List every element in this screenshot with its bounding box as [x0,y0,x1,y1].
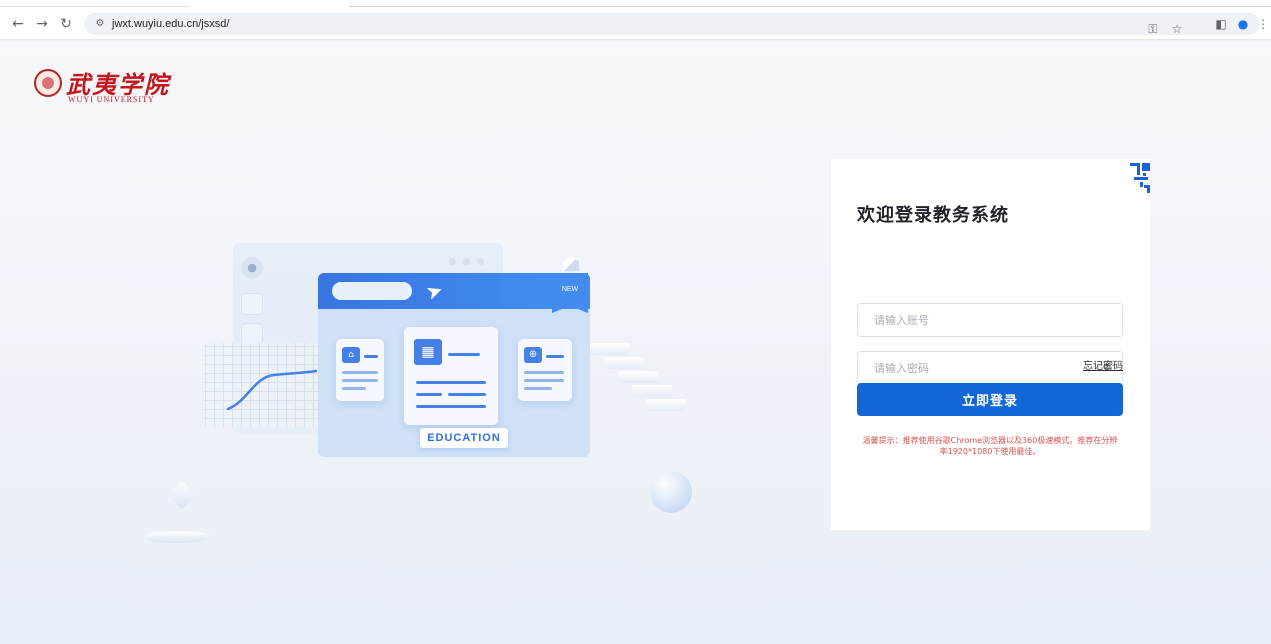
text-line [364,355,378,358]
seal-icon [34,69,62,97]
login-title: 欢迎登录教务系统 [857,205,1009,226]
text-line [546,355,564,358]
menu-icon[interactable]: ⋮ [1252,13,1271,35]
star-icon[interactable]: ☆ [1166,18,1188,40]
text-line [342,387,366,390]
grid-icon: ▦ [414,339,442,365]
text-line [342,379,378,382]
text-line [448,393,486,396]
text-line [524,371,564,374]
url-text[interactable]: jwxt.wuyiu.edu.cn/jsxsd/ [112,16,229,32]
forgot-password-link[interactable]: 忘记密码 [1083,357,1123,372]
text-line [342,371,378,374]
sidebar-block [241,293,263,315]
stair-step [618,371,658,383]
stair-step [590,343,630,355]
key-icon[interactable]: ⚿ [1142,18,1164,40]
login-panel: 欢迎登录教务系统 ⊘ 忘记密码 立即登录 温馨提示：推荐使用谷歌Chrome浏览… [831,159,1150,530]
diamond-decoration [167,480,197,510]
education-illustration: ● ➤ NEW ⌂ ▦ ⊕ EDUCATION [120,201,720,543]
browser-tip: 温馨提示：推荐使用谷歌Chrome浏览器以及360极速模式。推荐在分辨率1920… [862,436,1118,456]
tab-divider [350,6,1271,7]
reload-icon[interactable]: ↻ [56,14,76,34]
window-dot [463,258,470,265]
text-line [448,353,480,356]
globe-icon: ⊕ [524,347,542,363]
side-panel-icon[interactable]: ◧ [1210,13,1232,35]
tab-strip [0,0,1271,8]
education-badge: EDUCATION [420,428,508,448]
search-pill [332,282,412,300]
disc-decoration [142,531,212,543]
cursor-icon: ➤ [422,276,447,306]
login-page: 武夷学院 WUYI UNIVERSITY ● ➤ NEW ⌂ ▦ ⊕ EDUCA… [0,41,1271,644]
user-icon: ● [241,257,263,279]
text-line [416,405,486,408]
site-info-icon[interactable]: ⚙ [92,16,108,32]
login-button[interactable]: 立即登录 [857,383,1123,416]
forward-icon[interactable]: → [32,14,52,34]
back-icon[interactable]: ← [8,14,28,34]
stair-step [646,399,686,411]
stair-step [604,357,644,369]
logo-name-en: WUYI UNIVERSITY [68,95,155,104]
profile-icon[interactable]: ● [1232,13,1254,35]
bubble-decoration [650,471,692,513]
text-line [524,387,552,390]
account-input[interactable] [858,304,1122,336]
stairs-decoration [590,343,686,413]
university-logo: 武夷学院 WUYI UNIVERSITY [34,65,174,107]
address-bar[interactable]: ⚙ jwxt.wuyiu.edu.cn/jsxsd/ ⚿ ☆ [84,13,1260,36]
qr-login-icon[interactable] [1116,159,1150,193]
cube-decoration [563,257,579,271]
account-field[interactable] [857,303,1123,337]
apps-card: ▦ [404,327,498,425]
text-line [416,381,486,384]
window-dot [477,258,484,265]
sidebar-block [241,323,263,345]
profile-card: ⌂ [336,339,384,401]
diagram-icon: ⌂ [342,347,360,363]
web-card: ⊕ [518,339,572,401]
text-line [416,393,442,396]
stair-step [632,385,672,397]
window-titlebar: ➤ [318,273,590,309]
browser-toolbar: ← → ↻ ⚙ jwxt.wuyiu.edu.cn/jsxsd/ ⚿ ☆ ◧ ●… [0,8,1271,40]
tab-divider [0,6,190,7]
window-dot [449,258,456,265]
text-line [524,379,564,382]
